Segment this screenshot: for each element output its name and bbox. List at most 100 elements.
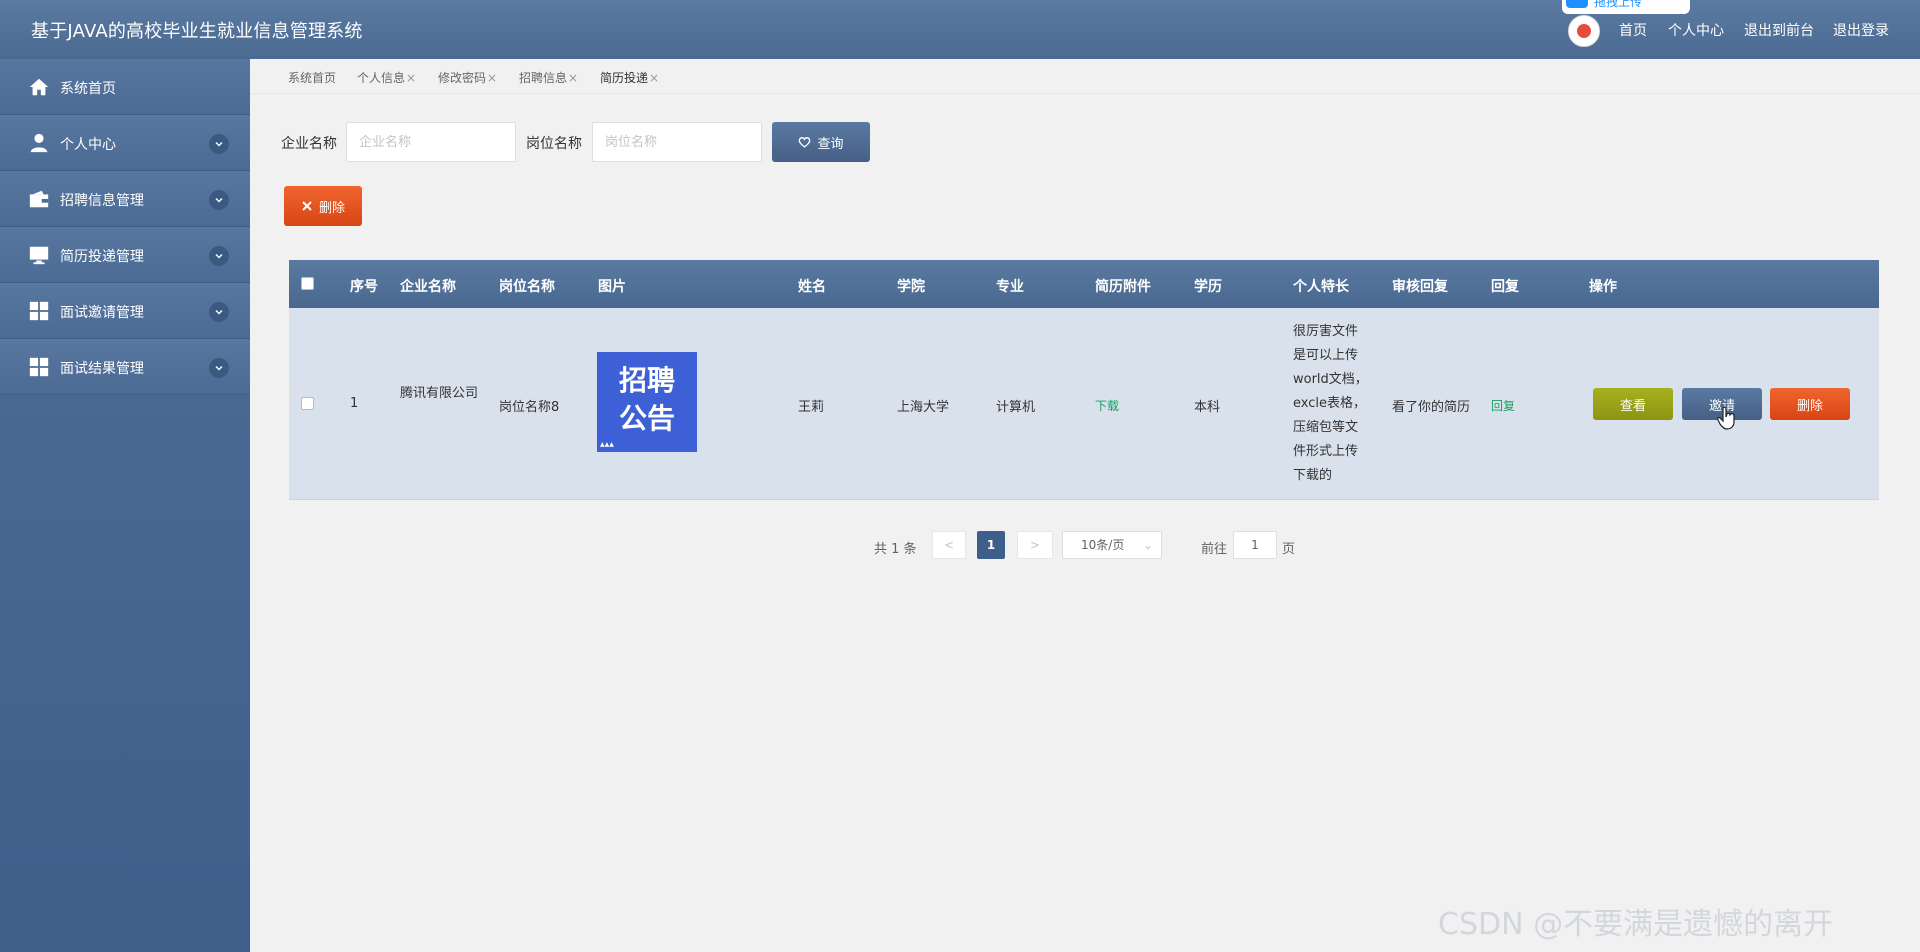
goto-label: 前往	[1201, 542, 1228, 557]
sidebar-item-interview-invite[interactable]: 面试邀请管理	[0, 283, 250, 339]
batch-delete-button[interactable]: 删除	[284, 186, 362, 226]
sidebar-item-label: 个人中心	[60, 137, 116, 153]
tab-resume-submission[interactable]: 简历投递×	[600, 69, 659, 86]
cell-index: 1	[350, 396, 359, 411]
prev-page-button[interactable]: <	[932, 531, 966, 559]
tab-personal-info[interactable]: 个人信息×	[357, 69, 416, 86]
cell-review-reply: 看了你的简历	[1392, 400, 1471, 415]
col-position: 岗位名称	[499, 279, 555, 295]
sidebar-item-label: 系统首页	[60, 81, 116, 97]
sidebar-item-label: 面试邀请管理	[60, 305, 144, 321]
col-company: 企业名称	[400, 279, 456, 295]
col-major: 专业	[996, 279, 1024, 295]
close-icon	[302, 201, 312, 211]
position-label: 岗位名称	[526, 136, 582, 152]
goto-page-input[interactable]	[1233, 531, 1277, 559]
position-input[interactable]	[592, 122, 762, 162]
close-icon[interactable]: ×	[649, 71, 659, 85]
table-header: 序号 企业名称 岗位名称 图片 姓名 学院 专业 简历附件 学历 个人特长 审核…	[289, 260, 1879, 308]
col-name: 姓名	[798, 279, 826, 295]
grid-icon	[29, 301, 49, 321]
close-icon[interactable]: ×	[406, 71, 416, 85]
cell-major: 计算机	[996, 400, 1036, 415]
delete-button[interactable]: 删除	[1770, 388, 1850, 420]
cell-specialty: 很厉害文件是可以上传world文档，excle表格，压缩包等文件形式上传下载的	[1293, 324, 1368, 483]
page-size-value: 10条/页	[1081, 538, 1125, 552]
sidebar-item-label: 面试结果管理	[60, 361, 144, 377]
company-label: 企业名称	[281, 136, 337, 152]
batch-delete-label: 删除	[318, 199, 345, 215]
sidebar-item-label: 简历投递管理	[60, 249, 144, 265]
nav-home[interactable]: 首页	[1619, 20, 1647, 40]
tab-recruitment-info[interactable]: 招聘信息×	[519, 69, 578, 86]
top-header: 基于JAVA的高校毕业生就业信息管理系统 拖拽上传 首页 个人中心 退出到前台 …	[0, 0, 1920, 59]
poster-line-1: 招聘	[618, 364, 675, 397]
wallet-icon	[29, 190, 49, 208]
breadcrumb-tabs: 系统首页 个人信息× 修改密码× 招聘信息× 简历投递×	[250, 59, 1920, 94]
close-icon[interactable]: ×	[568, 71, 578, 85]
tab-change-password[interactable]: 修改密码×	[438, 69, 497, 86]
select-all-checkbox[interactable]	[301, 277, 314, 290]
sidebar-item-personal-center[interactable]: 个人中心	[0, 115, 250, 171]
chevron-down-icon[interactable]	[209, 190, 229, 210]
sidebar-item-label: 招聘信息管理	[60, 193, 144, 209]
col-education: 学历	[1194, 279, 1222, 295]
pagination-total: 共 1 条	[874, 542, 917, 557]
sidebar-item-home[interactable]: 系统首页	[0, 59, 250, 115]
table-row: 1 腾讯有限公司 岗位名称8 招聘 公告 ▲▲▲ 王莉 上海大学 计算机 下载 …	[289, 308, 1879, 500]
upload-badge[interactable]: 拖拽上传	[1562, 0, 1690, 14]
grid-icon	[29, 357, 49, 377]
close-icon[interactable]: ×	[487, 71, 497, 85]
cell-position: 岗位名称8	[499, 400, 560, 415]
tab-label: 系统首页	[288, 71, 337, 85]
row-checkbox[interactable]	[301, 397, 314, 410]
query-button[interactable]: 查询	[772, 122, 870, 162]
watermark: CSDN @不要满是遗憾的离开	[1438, 907, 1834, 942]
reply-link[interactable]: 回复	[1491, 397, 1515, 414]
chevron-down-icon[interactable]	[209, 358, 229, 378]
cell-name: 王莉	[798, 400, 825, 415]
home-icon	[29, 78, 49, 96]
chevron-down-icon[interactable]	[209, 246, 229, 266]
col-reply: 回复	[1491, 279, 1519, 295]
company-input[interactable]	[346, 122, 516, 162]
download-link[interactable]: 下载	[1095, 397, 1119, 414]
resume-table: 序号 企业名称 岗位名称 图片 姓名 学院 专业 简历附件 学历 个人特长 审核…	[289, 260, 1879, 500]
nav-exit-to-front[interactable]: 退出到前台	[1744, 20, 1814, 40]
tab-label: 招聘信息	[519, 71, 568, 85]
col-image: 图片	[598, 279, 626, 295]
avatar[interactable]	[1568, 15, 1600, 47]
tab-label: 简历投递	[600, 71, 649, 85]
poster-mark-icon: ▲▲▲	[600, 441, 614, 448]
view-button[interactable]: 查看	[1593, 388, 1673, 420]
page-size-select[interactable]: 10条/页 ⌄	[1062, 531, 1162, 559]
page-1-button[interactable]: 1	[977, 531, 1005, 559]
nav-logout[interactable]: 退出登录	[1833, 20, 1889, 40]
upload-icon	[1566, 0, 1588, 8]
col-attachment: 简历附件	[1095, 279, 1151, 295]
col-index: 序号	[350, 279, 378, 295]
chevron-down-icon: ⌄	[1142, 538, 1153, 552]
monitor-icon	[29, 246, 49, 265]
recruitment-poster-image: 招聘 公告 ▲▲▲	[597, 352, 697, 452]
poster-line-2: 公告	[618, 402, 675, 435]
nav-personal-center[interactable]: 个人中心	[1668, 20, 1724, 40]
tab-label: 修改密码	[438, 71, 487, 85]
cell-college: 上海大学	[897, 400, 950, 415]
tab-home[interactable]: 系统首页	[288, 69, 336, 86]
tab-label: 个人信息	[357, 71, 406, 85]
user-icon	[30, 133, 48, 153]
next-page-button[interactable]: >	[1017, 531, 1053, 559]
chevron-down-icon[interactable]	[209, 134, 229, 154]
app-title: 基于JAVA的高校毕业生就业信息管理系统	[31, 21, 363, 42]
sidebar: 系统首页 个人中心 招聘信息管理 简历投递管理 面试邀请管理 面试结果管理	[0, 59, 250, 952]
sidebar-item-interview-result[interactable]: 面试结果管理	[0, 339, 250, 395]
sidebar-item-recruitment[interactable]: 招聘信息管理	[0, 171, 250, 227]
chevron-down-icon[interactable]	[209, 302, 229, 322]
cell-company: 腾讯有限公司	[400, 386, 479, 401]
col-specialty: 个人特长	[1293, 279, 1349, 295]
sidebar-item-resume[interactable]: 简历投递管理	[0, 227, 250, 283]
hand-cursor-icon	[1717, 406, 1735, 430]
query-button-label: 查询	[817, 135, 844, 151]
goto-suffix: 页	[1282, 542, 1296, 557]
